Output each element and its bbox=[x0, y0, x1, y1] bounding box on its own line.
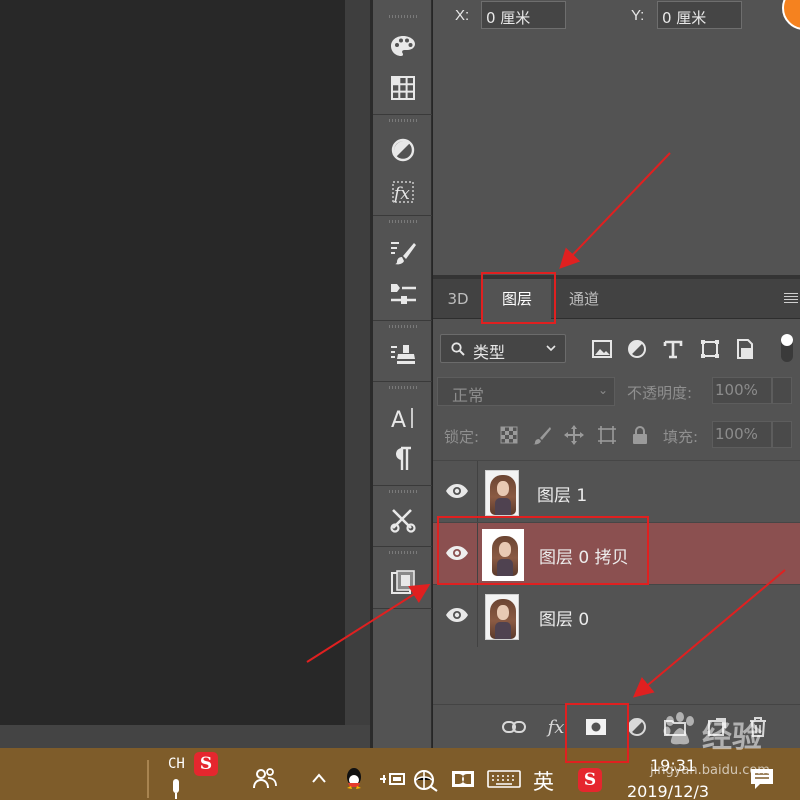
tool-group-tools bbox=[373, 486, 432, 547]
tool-group-adjust: fx bbox=[373, 115, 432, 216]
power-plug-icon[interactable] bbox=[379, 770, 405, 788]
layer-thumbnail[interactable] bbox=[485, 470, 519, 516]
language-code[interactable]: CH bbox=[168, 756, 185, 772]
watermark-url: jingyan.baidu.com bbox=[650, 763, 770, 778]
lock-artboard-icon[interactable] bbox=[596, 424, 618, 446]
group-grip[interactable] bbox=[389, 551, 417, 554]
filter-toggle[interactable] bbox=[781, 334, 793, 362]
opacity-stepper[interactable] bbox=[772, 377, 792, 404]
filter-pixel-icon[interactable] bbox=[590, 337, 614, 361]
annotation-box-mask-button bbox=[565, 703, 629, 763]
blend-mode-value: 正常 bbox=[452, 386, 485, 405]
tool-group-color bbox=[373, 0, 432, 115]
svg-text:A: A bbox=[391, 408, 406, 431]
fill-field[interactable]: 100% bbox=[712, 421, 772, 448]
status-strip bbox=[0, 725, 370, 748]
clone-source-icon[interactable] bbox=[388, 341, 418, 371]
lock-label: 锁定: bbox=[444, 428, 480, 446]
layer-filter-select[interactable]: 类型 bbox=[440, 334, 566, 363]
paragraph-icon[interactable] bbox=[388, 444, 418, 474]
swatches-grid-icon[interactable] bbox=[388, 73, 418, 103]
fill-label: 填充: bbox=[663, 428, 699, 446]
photoshop-window: fx A X: 0 厘米 Y: 0 厘米 3D 图层 通道 类型 正常 ⌄ 不透… bbox=[0, 0, 800, 800]
x-label: X: bbox=[455, 7, 470, 24]
layer-name[interactable]: 图层 1 bbox=[537, 481, 587, 506]
y-label: Y: bbox=[631, 7, 645, 24]
search-icon bbox=[451, 342, 465, 356]
row-divider bbox=[477, 461, 478, 523]
properties-panel: X: 0 厘米 Y: 0 厘米 bbox=[433, 0, 800, 275]
group-grip[interactable] bbox=[389, 490, 417, 493]
tool-presets-icon[interactable] bbox=[388, 505, 418, 535]
link-icon[interactable] bbox=[502, 715, 526, 739]
fill-stepper[interactable] bbox=[772, 421, 792, 448]
chevron-down-icon bbox=[546, 345, 556, 352]
filter-type-icon[interactable] bbox=[661, 337, 685, 361]
tool-group-brush bbox=[373, 216, 432, 321]
taskbar-separator bbox=[147, 760, 149, 798]
filter-shape-icon[interactable] bbox=[698, 337, 722, 361]
network-icon[interactable] bbox=[413, 768, 439, 792]
layer-name[interactable]: 图层 0 bbox=[539, 605, 589, 630]
lock-all-icon[interactable] bbox=[629, 424, 651, 446]
adjustments-icon[interactable] bbox=[388, 135, 418, 165]
tab-channels[interactable]: 通道 bbox=[551, 279, 617, 319]
watermark-brand: 经验 bbox=[702, 720, 762, 755]
lock-transparent-icon[interactable] bbox=[498, 424, 520, 446]
visibility-eye-icon[interactable] bbox=[445, 607, 469, 623]
group-grip[interactable] bbox=[389, 220, 417, 223]
group-grip[interactable] bbox=[389, 15, 417, 18]
touch-keyboard-icon[interactable] bbox=[487, 770, 521, 788]
annotation-box-layer-copy bbox=[437, 516, 649, 585]
microphone-icon[interactable] bbox=[170, 778, 182, 800]
lock-pixels-icon[interactable] bbox=[531, 424, 553, 446]
sogou-ime-icon[interactable]: S bbox=[194, 752, 218, 776]
group-grip[interactable] bbox=[389, 386, 417, 389]
styles-fx-icon[interactable]: fx bbox=[388, 177, 418, 207]
group-grip[interactable] bbox=[389, 325, 417, 328]
chevron-down-icon: ⌄ bbox=[597, 383, 608, 397]
sogou-tray-icon[interactable]: S bbox=[578, 768, 602, 792]
x-position-field[interactable]: 0 厘米 bbox=[481, 1, 566, 29]
layer-row[interactable]: 图层 1 bbox=[433, 460, 800, 523]
visibility-eye-icon[interactable] bbox=[445, 483, 469, 499]
row-divider bbox=[477, 585, 478, 647]
layers-panel: 3D 图层 通道 类型 正常 ⌄ 不透明度: 100% 锁定: 填充: 100%… bbox=[433, 279, 800, 748]
panel-icon-strip: fx A bbox=[373, 0, 432, 748]
lock-position-icon[interactable] bbox=[563, 424, 585, 446]
tool-group-artboard bbox=[373, 547, 432, 609]
layer-comps-icon[interactable] bbox=[388, 567, 418, 597]
canvas-scroll-strip[interactable] bbox=[345, 0, 370, 748]
filter-smart-object-icon[interactable] bbox=[733, 337, 757, 361]
baidu-paw-logo bbox=[663, 712, 694, 745]
tool-group-clone bbox=[373, 321, 432, 382]
brush-settings-icon[interactable] bbox=[388, 238, 418, 268]
svg-text:fx: fx bbox=[392, 184, 410, 204]
dolby-icon[interactable] bbox=[451, 770, 475, 788]
filter-label: 类型 bbox=[473, 343, 506, 362]
panel-menu-icon[interactable] bbox=[784, 293, 798, 303]
clock-date[interactable]: 2019/12/3 bbox=[627, 782, 709, 800]
document-canvas[interactable] bbox=[0, 0, 345, 725]
brush-presets-icon[interactable] bbox=[388, 280, 418, 310]
opacity-field[interactable]: 100% bbox=[712, 377, 772, 404]
blend-mode-select[interactable]: 正常 ⌄ bbox=[437, 377, 615, 406]
opacity-label: 不透明度: bbox=[627, 384, 693, 402]
qq-icon[interactable] bbox=[343, 766, 365, 792]
ime-mode-indicator[interactable]: 英 bbox=[533, 766, 554, 796]
tool-group-type: A bbox=[373, 382, 432, 486]
tab-3d[interactable]: 3D bbox=[433, 279, 483, 319]
layer-thumbnail[interactable] bbox=[485, 594, 519, 640]
y-position-field[interactable]: 0 厘米 bbox=[657, 1, 742, 29]
chevron-up-icon[interactable] bbox=[311, 772, 327, 784]
character-icon[interactable]: A bbox=[388, 403, 418, 433]
layer-row[interactable]: 图层 0 bbox=[433, 584, 800, 647]
people-icon[interactable] bbox=[253, 768, 279, 790]
palette-icon[interactable] bbox=[388, 31, 418, 61]
annotation-box-layers-tab bbox=[481, 272, 556, 324]
filter-adjustment-icon[interactable] bbox=[625, 337, 649, 361]
group-grip[interactable] bbox=[389, 119, 417, 122]
